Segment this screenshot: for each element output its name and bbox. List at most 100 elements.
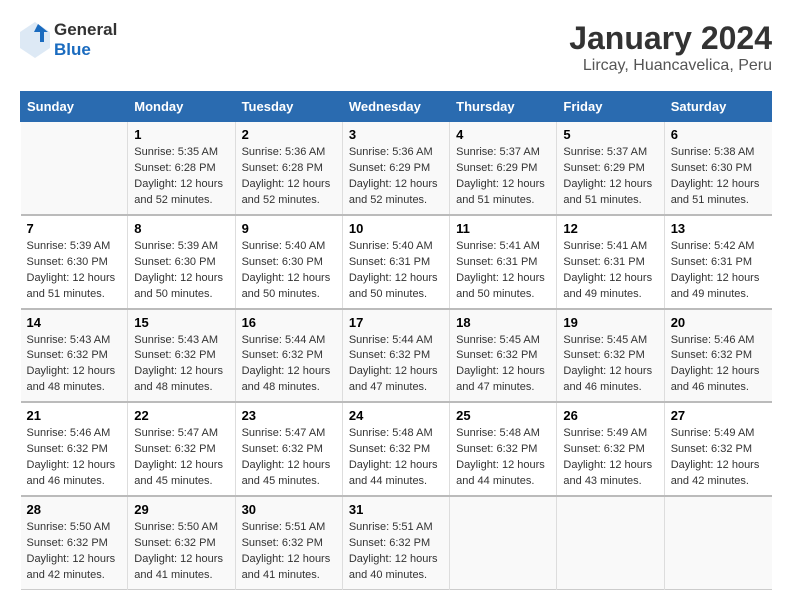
day-number: 31 [349,502,443,517]
calendar-cell: 10 Sunrise: 5:40 AMSunset: 6:31 PMDaylig… [342,215,449,309]
cell-info: Sunrise: 5:46 AMSunset: 6:32 PMDaylight:… [27,427,116,487]
day-number: 15 [134,315,228,330]
day-number: 7 [27,221,122,236]
calendar-cell: 7 Sunrise: 5:39 AMSunset: 6:30 PMDayligh… [21,215,128,309]
cell-info: Sunrise: 5:50 AMSunset: 6:32 PMDaylight:… [134,521,223,581]
calendar-cell: 2 Sunrise: 5:36 AMSunset: 6:28 PMDayligh… [235,122,342,215]
day-number: 16 [242,315,336,330]
day-header-monday: Monday [128,92,235,122]
calendar-cell: 30 Sunrise: 5:51 AMSunset: 6:32 PMDaylig… [235,496,342,589]
calendar-cell: 28 Sunrise: 5:50 AMSunset: 6:32 PMDaylig… [21,496,128,589]
cell-info: Sunrise: 5:41 AMSunset: 6:31 PMDaylight:… [563,240,652,300]
day-number: 13 [671,221,766,236]
day-number: 24 [349,408,443,423]
logo-text: General Blue [54,20,117,61]
calendar-cell: 16 Sunrise: 5:44 AMSunset: 6:32 PMDaylig… [235,309,342,403]
calendar-table: SundayMondayTuesdayWednesdayThursdayFrid… [20,91,772,590]
title-block: January 2024 Lircay, Huancavelica, Peru [569,20,772,75]
day-header-tuesday: Tuesday [235,92,342,122]
calendar-cell: 9 Sunrise: 5:40 AMSunset: 6:30 PMDayligh… [235,215,342,309]
cell-info: Sunrise: 5:36 AMSunset: 6:28 PMDaylight:… [242,146,331,206]
cell-info: Sunrise: 5:45 AMSunset: 6:32 PMDaylight:… [563,334,652,394]
calendar-cell [664,496,771,589]
day-number: 20 [671,315,766,330]
cell-info: Sunrise: 5:48 AMSunset: 6:32 PMDaylight:… [456,427,545,487]
calendar-cell: 21 Sunrise: 5:46 AMSunset: 6:32 PMDaylig… [21,402,128,496]
page-header: General Blue January 2024 Lircay, Huanca… [20,20,772,75]
calendar-cell: 24 Sunrise: 5:48 AMSunset: 6:32 PMDaylig… [342,402,449,496]
day-number: 17 [349,315,443,330]
day-header-thursday: Thursday [450,92,557,122]
cell-info: Sunrise: 5:39 AMSunset: 6:30 PMDaylight:… [27,240,116,300]
calendar-cell: 1 Sunrise: 5:35 AMSunset: 6:28 PMDayligh… [128,122,235,215]
cell-info: Sunrise: 5:48 AMSunset: 6:32 PMDaylight:… [349,427,438,487]
week-row-4: 21 Sunrise: 5:46 AMSunset: 6:32 PMDaylig… [21,402,772,496]
day-number: 11 [456,221,550,236]
day-number: 28 [27,502,122,517]
day-number: 21 [27,408,122,423]
cell-info: Sunrise: 5:37 AMSunset: 6:29 PMDaylight:… [456,146,545,206]
cell-info: Sunrise: 5:41 AMSunset: 6:31 PMDaylight:… [456,240,545,300]
logo-icon [20,22,50,58]
calendar-cell: 31 Sunrise: 5:51 AMSunset: 6:32 PMDaylig… [342,496,449,589]
cell-info: Sunrise: 5:44 AMSunset: 6:32 PMDaylight:… [349,334,438,394]
day-number: 29 [134,502,228,517]
day-number: 3 [349,127,443,142]
cell-info: Sunrise: 5:47 AMSunset: 6:32 PMDaylight:… [134,427,223,487]
cell-info: Sunrise: 5:37 AMSunset: 6:29 PMDaylight:… [563,146,652,206]
calendar-cell: 23 Sunrise: 5:47 AMSunset: 6:32 PMDaylig… [235,402,342,496]
cell-info: Sunrise: 5:50 AMSunset: 6:32 PMDaylight:… [27,521,116,581]
day-header-wednesday: Wednesday [342,92,449,122]
day-header-sunday: Sunday [21,92,128,122]
logo-container: General Blue [20,20,117,61]
day-number: 1 [134,127,228,142]
calendar-cell [557,496,664,589]
calendar-cell: 20 Sunrise: 5:46 AMSunset: 6:32 PMDaylig… [664,309,771,403]
calendar-cell: 14 Sunrise: 5:43 AMSunset: 6:32 PMDaylig… [21,309,128,403]
cell-info: Sunrise: 5:36 AMSunset: 6:29 PMDaylight:… [349,146,438,206]
calendar-cell: 8 Sunrise: 5:39 AMSunset: 6:30 PMDayligh… [128,215,235,309]
cell-info: Sunrise: 5:49 AMSunset: 6:32 PMDaylight:… [671,427,760,487]
day-number: 25 [456,408,550,423]
cell-info: Sunrise: 5:35 AMSunset: 6:28 PMDaylight:… [134,146,223,206]
day-number: 9 [242,221,336,236]
day-number: 19 [563,315,657,330]
cell-info: Sunrise: 5:46 AMSunset: 6:32 PMDaylight:… [671,334,760,394]
calendar-cell: 3 Sunrise: 5:36 AMSunset: 6:29 PMDayligh… [342,122,449,215]
day-number: 5 [563,127,657,142]
cell-info: Sunrise: 5:40 AMSunset: 6:30 PMDaylight:… [242,240,331,300]
cell-info: Sunrise: 5:45 AMSunset: 6:32 PMDaylight:… [456,334,545,394]
calendar-cell: 4 Sunrise: 5:37 AMSunset: 6:29 PMDayligh… [450,122,557,215]
cell-info: Sunrise: 5:39 AMSunset: 6:30 PMDaylight:… [134,240,223,300]
cell-info: Sunrise: 5:43 AMSunset: 6:32 PMDaylight:… [134,334,223,394]
day-number: 27 [671,408,766,423]
day-number: 12 [563,221,657,236]
week-row-1: 1 Sunrise: 5:35 AMSunset: 6:28 PMDayligh… [21,122,772,215]
calendar-cell: 11 Sunrise: 5:41 AMSunset: 6:31 PMDaylig… [450,215,557,309]
calendar-header-row: SundayMondayTuesdayWednesdayThursdayFrid… [21,92,772,122]
cell-info: Sunrise: 5:42 AMSunset: 6:31 PMDaylight:… [671,240,760,300]
day-header-friday: Friday [557,92,664,122]
calendar-cell: 13 Sunrise: 5:42 AMSunset: 6:31 PMDaylig… [664,215,771,309]
day-number: 8 [134,221,228,236]
week-row-5: 28 Sunrise: 5:50 AMSunset: 6:32 PMDaylig… [21,496,772,589]
calendar-cell: 5 Sunrise: 5:37 AMSunset: 6:29 PMDayligh… [557,122,664,215]
cell-info: Sunrise: 5:43 AMSunset: 6:32 PMDaylight:… [27,334,116,394]
calendar-cell: 18 Sunrise: 5:45 AMSunset: 6:32 PMDaylig… [450,309,557,403]
day-number: 18 [456,315,550,330]
logo-blue: Blue [54,40,117,60]
calendar-cell [450,496,557,589]
cell-info: Sunrise: 5:38 AMSunset: 6:30 PMDaylight:… [671,146,760,206]
cell-info: Sunrise: 5:51 AMSunset: 6:32 PMDaylight:… [242,521,331,581]
day-number: 6 [671,127,766,142]
day-number: 22 [134,408,228,423]
day-number: 30 [242,502,336,517]
logo: General Blue [20,20,117,61]
calendar-cell: 25 Sunrise: 5:48 AMSunset: 6:32 PMDaylig… [450,402,557,496]
calendar-cell: 22 Sunrise: 5:47 AMSunset: 6:32 PMDaylig… [128,402,235,496]
day-number: 14 [27,315,122,330]
cell-info: Sunrise: 5:49 AMSunset: 6:32 PMDaylight:… [563,427,652,487]
cell-info: Sunrise: 5:51 AMSunset: 6:32 PMDaylight:… [349,521,438,581]
cell-info: Sunrise: 5:40 AMSunset: 6:31 PMDaylight:… [349,240,438,300]
week-row-2: 7 Sunrise: 5:39 AMSunset: 6:30 PMDayligh… [21,215,772,309]
